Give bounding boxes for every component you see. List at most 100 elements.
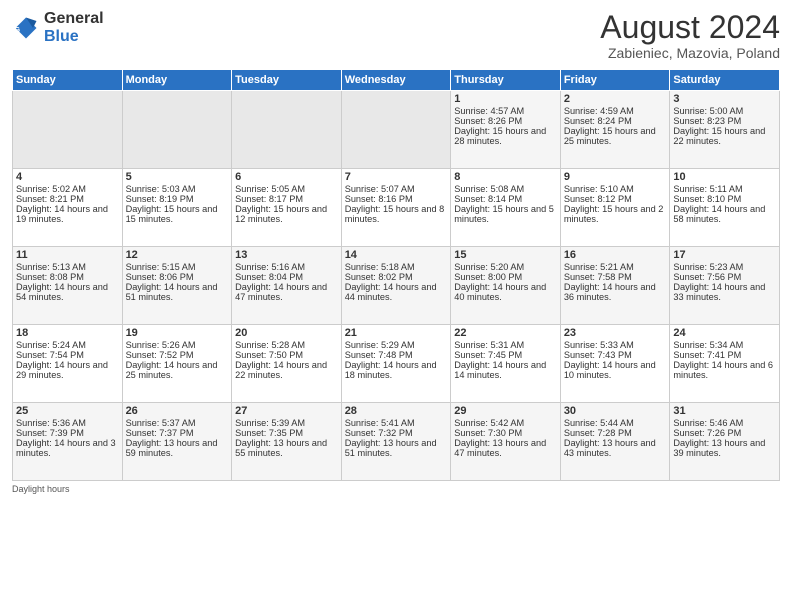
sunrise-text: Sunrise: 5:41 AMSunset: 7:32 PMDaylight:…: [345, 418, 437, 458]
sunrise-text: Sunrise: 5:34 AMSunset: 7:41 PMDaylight:…: [673, 340, 773, 380]
calendar-week-row: 18Sunrise: 5:24 AMSunset: 7:54 PMDayligh…: [13, 325, 780, 403]
day-number: 17: [673, 249, 776, 261]
calendar-cell: 9Sunrise: 5:10 AMSunset: 8:12 PMDaylight…: [560, 169, 670, 247]
day-number: 4: [16, 171, 119, 183]
calendar-cell: 25Sunrise: 5:36 AMSunset: 7:39 PMDayligh…: [13, 403, 123, 481]
sunrise-text: Sunrise: 5:44 AMSunset: 7:28 PMDaylight:…: [564, 418, 656, 458]
calendar-week-row: 11Sunrise: 5:13 AMSunset: 8:08 PMDayligh…: [13, 247, 780, 325]
logo-text-block: General Blue: [44, 10, 104, 45]
calendar-cell: 4Sunrise: 5:02 AMSunset: 8:21 PMDaylight…: [13, 169, 123, 247]
day-number: 30: [564, 405, 667, 417]
day-number: 14: [345, 249, 448, 261]
calendar-cell: 20Sunrise: 5:28 AMSunset: 7:50 PMDayligh…: [232, 325, 342, 403]
sunrise-text: Sunrise: 5:42 AMSunset: 7:30 PMDaylight:…: [454, 418, 546, 458]
sunrise-text: Sunrise: 5:00 AMSunset: 8:23 PMDaylight:…: [673, 106, 765, 146]
day-number: 19: [126, 327, 229, 339]
day-number: 3: [673, 93, 776, 105]
day-number: 20: [235, 327, 338, 339]
logo-general: General: [44, 10, 104, 27]
weekday-header: Saturday: [670, 70, 780, 91]
calendar-cell: 31Sunrise: 5:46 AMSunset: 7:26 PMDayligh…: [670, 403, 780, 481]
sunrise-text: Sunrise: 5:03 AMSunset: 8:19 PMDaylight:…: [126, 184, 218, 224]
calendar-cell: 3Sunrise: 5:00 AMSunset: 8:23 PMDaylight…: [670, 91, 780, 169]
weekday-header: Tuesday: [232, 70, 342, 91]
calendar-cell: 13Sunrise: 5:16 AMSunset: 8:04 PMDayligh…: [232, 247, 342, 325]
sunrise-text: Sunrise: 5:29 AMSunset: 7:48 PMDaylight:…: [345, 340, 437, 380]
sunrise-text: Sunrise: 5:24 AMSunset: 7:54 PMDaylight:…: [16, 340, 108, 380]
day-number: 7: [345, 171, 448, 183]
sunrise-text: Sunrise: 4:59 AMSunset: 8:24 PMDaylight:…: [564, 106, 656, 146]
day-number: 2: [564, 93, 667, 105]
calendar-cell: 23Sunrise: 5:33 AMSunset: 7:43 PMDayligh…: [560, 325, 670, 403]
calendar-cell: [13, 91, 123, 169]
svg-text:G: G: [14, 25, 20, 34]
day-number: 1: [454, 93, 557, 105]
calendar-cell: 14Sunrise: 5:18 AMSunset: 8:02 PMDayligh…: [341, 247, 451, 325]
sunrise-text: Sunrise: 4:57 AMSunset: 8:26 PMDaylight:…: [454, 106, 546, 146]
calendar-cell: 2Sunrise: 4:59 AMSunset: 8:24 PMDaylight…: [560, 91, 670, 169]
calendar-cell: 6Sunrise: 5:05 AMSunset: 8:17 PMDaylight…: [232, 169, 342, 247]
day-number: 23: [564, 327, 667, 339]
calendar-cell: 24Sunrise: 5:34 AMSunset: 7:41 PMDayligh…: [670, 325, 780, 403]
weekday-header: Wednesday: [341, 70, 451, 91]
calendar-cell: 28Sunrise: 5:41 AMSunset: 7:32 PMDayligh…: [341, 403, 451, 481]
calendar-cell: [122, 91, 232, 169]
day-number: 13: [235, 249, 338, 261]
sunrise-text: Sunrise: 5:33 AMSunset: 7:43 PMDaylight:…: [564, 340, 656, 380]
sunrise-text: Sunrise: 5:07 AMSunset: 8:16 PMDaylight:…: [345, 184, 445, 224]
sunrise-text: Sunrise: 5:18 AMSunset: 8:02 PMDaylight:…: [345, 262, 437, 302]
day-number: 9: [564, 171, 667, 183]
header: G General Blue August 2024 Zabieniec, Ma…: [12, 10, 780, 61]
month-title: August 2024: [600, 10, 780, 45]
logo: G General Blue: [12, 10, 104, 45]
sunrise-text: Sunrise: 5:21 AMSunset: 7:58 PMDaylight:…: [564, 262, 656, 302]
calendar-week-row: 4Sunrise: 5:02 AMSunset: 8:21 PMDaylight…: [13, 169, 780, 247]
day-number: 6: [235, 171, 338, 183]
day-number: 26: [126, 405, 229, 417]
calendar-week-row: 25Sunrise: 5:36 AMSunset: 7:39 PMDayligh…: [13, 403, 780, 481]
day-number: 22: [454, 327, 557, 339]
day-number: 27: [235, 405, 338, 417]
footer-label: Daylight hours: [12, 484, 70, 494]
sunrise-text: Sunrise: 5:28 AMSunset: 7:50 PMDaylight:…: [235, 340, 327, 380]
weekday-header-row: SundayMondayTuesdayWednesdayThursdayFrid…: [13, 70, 780, 91]
logo-blue: Blue: [44, 28, 79, 45]
calendar-cell: 16Sunrise: 5:21 AMSunset: 7:58 PMDayligh…: [560, 247, 670, 325]
day-number: 25: [16, 405, 119, 417]
day-number: 29: [454, 405, 557, 417]
calendar-cell: 19Sunrise: 5:26 AMSunset: 7:52 PMDayligh…: [122, 325, 232, 403]
calendar-cell: 30Sunrise: 5:44 AMSunset: 7:28 PMDayligh…: [560, 403, 670, 481]
day-number: 24: [673, 327, 776, 339]
sunrise-text: Sunrise: 5:46 AMSunset: 7:26 PMDaylight:…: [673, 418, 765, 458]
main-container: G General Blue August 2024 Zabieniec, Ma…: [0, 0, 792, 612]
sunrise-text: Sunrise: 5:08 AMSunset: 8:14 PMDaylight:…: [454, 184, 554, 224]
subtitle: Zabieniec, Mazovia, Poland: [600, 45, 780, 61]
calendar-week-row: 1Sunrise: 4:57 AMSunset: 8:26 PMDaylight…: [13, 91, 780, 169]
sunrise-text: Sunrise: 5:39 AMSunset: 7:35 PMDaylight:…: [235, 418, 327, 458]
calendar-cell: 11Sunrise: 5:13 AMSunset: 8:08 PMDayligh…: [13, 247, 123, 325]
day-number: 8: [454, 171, 557, 183]
day-number: 12: [126, 249, 229, 261]
calendar-cell: 22Sunrise: 5:31 AMSunset: 7:45 PMDayligh…: [451, 325, 561, 403]
calendar-cell: 8Sunrise: 5:08 AMSunset: 8:14 PMDaylight…: [451, 169, 561, 247]
day-number: 5: [126, 171, 229, 183]
sunrise-text: Sunrise: 5:37 AMSunset: 7:37 PMDaylight:…: [126, 418, 218, 458]
calendar-cell: 26Sunrise: 5:37 AMSunset: 7:37 PMDayligh…: [122, 403, 232, 481]
weekday-header: Monday: [122, 70, 232, 91]
sunrise-text: Sunrise: 5:23 AMSunset: 7:56 PMDaylight:…: [673, 262, 765, 302]
sunrise-text: Sunrise: 5:36 AMSunset: 7:39 PMDaylight:…: [16, 418, 116, 458]
calendar-cell: 27Sunrise: 5:39 AMSunset: 7:35 PMDayligh…: [232, 403, 342, 481]
calendar-table: SundayMondayTuesdayWednesdayThursdayFrid…: [12, 69, 780, 481]
day-number: 18: [16, 327, 119, 339]
sunrise-text: Sunrise: 5:10 AMSunset: 8:12 PMDaylight:…: [564, 184, 664, 224]
calendar-cell: 29Sunrise: 5:42 AMSunset: 7:30 PMDayligh…: [451, 403, 561, 481]
calendar-cell: 17Sunrise: 5:23 AMSunset: 7:56 PMDayligh…: [670, 247, 780, 325]
sunrise-text: Sunrise: 5:15 AMSunset: 8:06 PMDaylight:…: [126, 262, 218, 302]
calendar-cell: 21Sunrise: 5:29 AMSunset: 7:48 PMDayligh…: [341, 325, 451, 403]
day-number: 28: [345, 405, 448, 417]
title-block: August 2024 Zabieniec, Mazovia, Poland: [600, 10, 780, 61]
calendar-cell: 10Sunrise: 5:11 AMSunset: 8:10 PMDayligh…: [670, 169, 780, 247]
weekday-header: Friday: [560, 70, 670, 91]
weekday-header: Thursday: [451, 70, 561, 91]
calendar-cell: 18Sunrise: 5:24 AMSunset: 7:54 PMDayligh…: [13, 325, 123, 403]
